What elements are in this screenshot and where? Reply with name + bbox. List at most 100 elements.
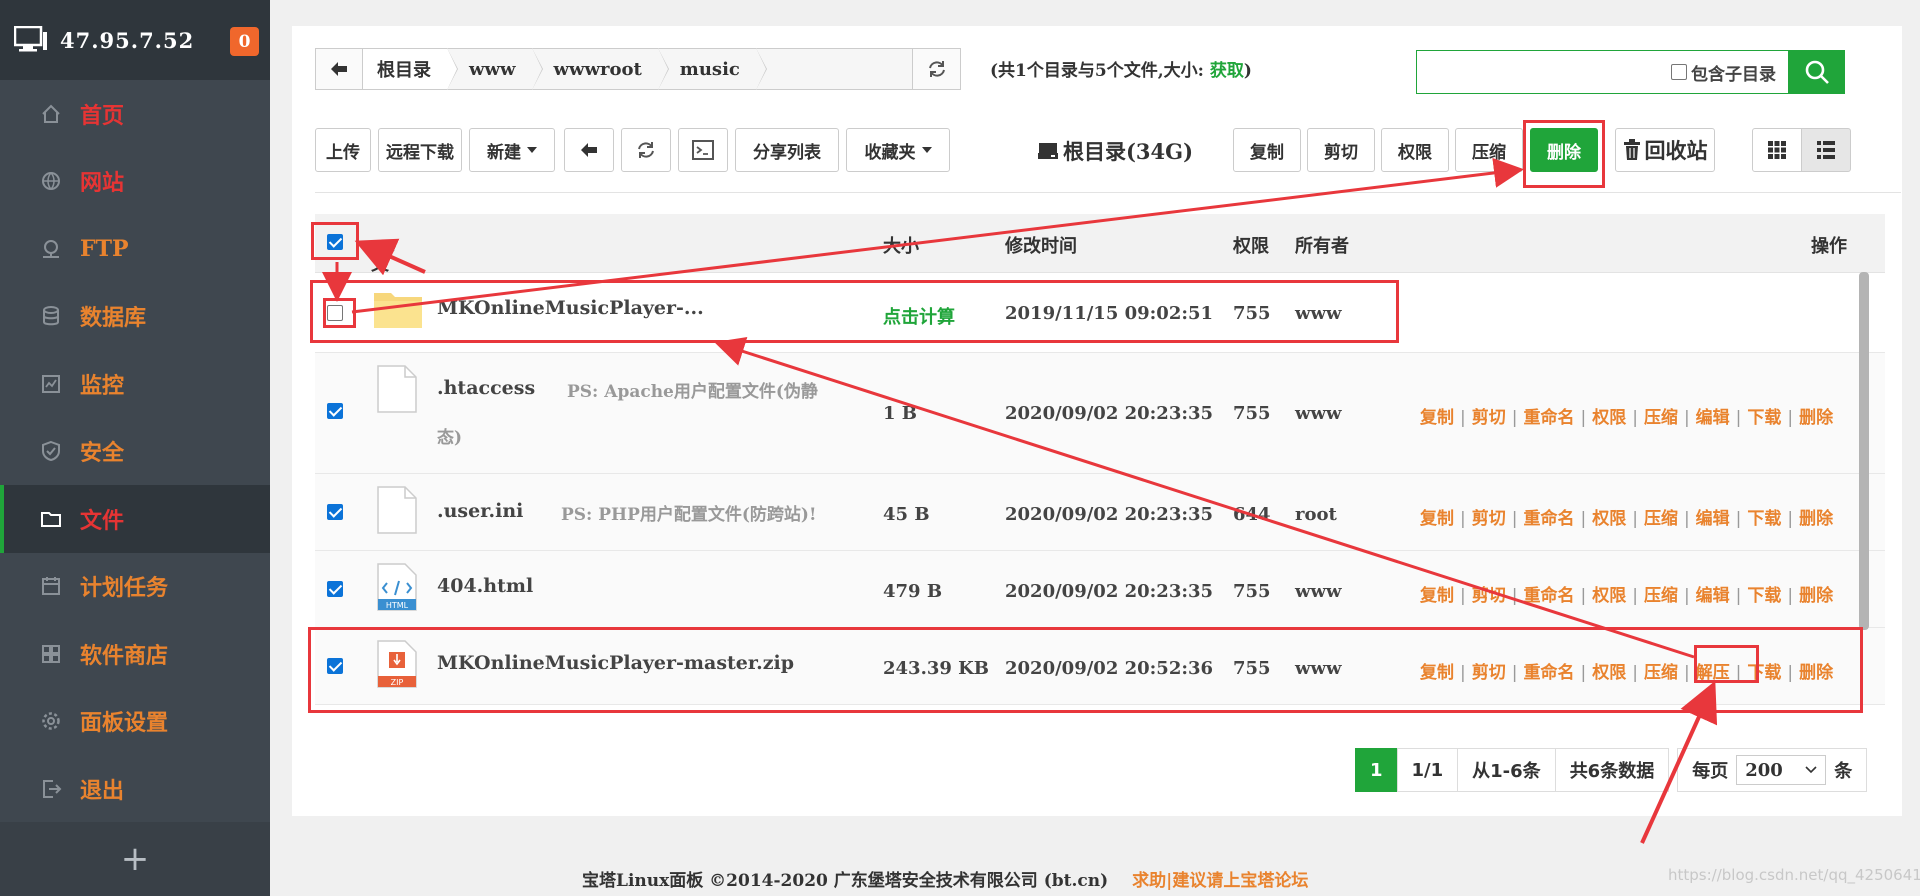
per-page-select[interactable]: 200 bbox=[1736, 755, 1827, 785]
action-permission[interactable]: 权限 bbox=[1592, 509, 1626, 529]
action-copy[interactable]: 复制 bbox=[1420, 663, 1454, 683]
compress-button[interactable]: 压缩 bbox=[1455, 128, 1523, 172]
action-edit[interactable]: 编辑 bbox=[1696, 509, 1730, 529]
action-edit[interactable]: 编辑 bbox=[1696, 586, 1730, 606]
action-compress[interactable]: 压缩 bbox=[1644, 663, 1678, 683]
disk-indicator[interactable]: 根目录(34G) bbox=[1037, 136, 1193, 166]
cut-button[interactable]: 剪切 bbox=[1307, 128, 1375, 172]
footer-help-link[interactable]: 求助|建议请上宝塔论坛 bbox=[1132, 871, 1308, 891]
sidebar-item-website[interactable]: 网站 bbox=[0, 148, 270, 216]
action-compress[interactable]: 压缩 bbox=[1644, 586, 1678, 606]
select-all-checkbox[interactable] bbox=[327, 234, 343, 250]
file-name[interactable]: .htaccess bbox=[437, 377, 535, 399]
delete-button[interactable]: 删除 bbox=[1530, 128, 1598, 172]
action-cut[interactable]: 剪切 bbox=[1472, 663, 1506, 683]
action-permission[interactable]: 权限 bbox=[1592, 408, 1626, 428]
file-name[interactable]: MKOnlineMusicPlayer-... bbox=[437, 297, 704, 319]
file-name[interactable]: .user.ini bbox=[437, 500, 523, 522]
add-menu-button[interactable]: + bbox=[0, 822, 270, 896]
action-delete[interactable]: 删除 bbox=[1799, 663, 1833, 683]
copy-button[interactable]: 复制 bbox=[1233, 128, 1301, 172]
row-checkbox[interactable] bbox=[327, 504, 343, 520]
action-download[interactable]: 下载 bbox=[1747, 586, 1781, 606]
header-owner[interactable]: 所有者 bbox=[1295, 232, 1349, 258]
html-file-icon: HTML bbox=[377, 563, 417, 611]
row-checkbox[interactable] bbox=[327, 305, 343, 321]
sidebar-item-database[interactable]: 数据库 bbox=[0, 283, 270, 351]
new-dropdown-button[interactable]: 新建 bbox=[469, 128, 555, 172]
page-current[interactable]: 1 bbox=[1355, 748, 1398, 792]
refresh-button[interactable] bbox=[621, 128, 671, 172]
file-name[interactable]: 404.html bbox=[437, 575, 533, 597]
action-permission[interactable]: 权限 bbox=[1592, 663, 1626, 683]
header-permission[interactable]: 权限 bbox=[1233, 232, 1269, 258]
sidebar-item-logout[interactable]: 退出 bbox=[0, 755, 270, 823]
row-checkbox[interactable] bbox=[327, 658, 343, 674]
action-edit[interactable]: 编辑 bbox=[1696, 408, 1730, 428]
path-refresh-button[interactable] bbox=[913, 48, 961, 90]
file-name[interactable]: MKOnlineMusicPlayer-master.zip bbox=[437, 652, 794, 674]
action-download[interactable]: 下载 bbox=[1747, 408, 1781, 428]
terminal-button[interactable] bbox=[678, 128, 728, 172]
action-copy[interactable]: 复制 bbox=[1420, 509, 1454, 529]
action-compress[interactable]: 压缩 bbox=[1644, 408, 1678, 428]
search-input[interactable]: 包含子目录 bbox=[1416, 50, 1789, 94]
action-download[interactable]: 下载 bbox=[1747, 663, 1781, 683]
include-subdir-checkbox[interactable] bbox=[1671, 64, 1687, 80]
grid-view-button[interactable] bbox=[1752, 128, 1802, 172]
action-rename[interactable]: 重命名 bbox=[1523, 663, 1574, 683]
permission-button[interactable]: 权限 bbox=[1381, 128, 1449, 172]
action-delete[interactable]: 删除 bbox=[1799, 586, 1833, 606]
notification-badge[interactable]: 0 bbox=[230, 27, 259, 56]
action-cut[interactable]: 剪切 bbox=[1472, 509, 1506, 529]
table-row[interactable]: MKOnlineMusicPlayer-... 点击计算 2019/11/15 … bbox=[315, 273, 1885, 353]
remote-download-button[interactable]: 远程下载 bbox=[378, 128, 462, 172]
terminal-icon bbox=[692, 140, 714, 160]
action-extract[interactable]: 解压 bbox=[1696, 663, 1730, 683]
sidebar-item-files[interactable]: 文件 bbox=[0, 485, 270, 553]
table-row[interactable]: .user.ini PS: PHP用户配置文件(防跨站)! 45 B 2020/… bbox=[315, 474, 1885, 551]
row-checkbox[interactable] bbox=[327, 581, 343, 597]
sidebar-item-cron[interactable]: 计划任务 bbox=[0, 553, 270, 621]
action-cut[interactable]: 剪切 bbox=[1472, 408, 1506, 428]
action-delete[interactable]: 删除 bbox=[1799, 408, 1833, 428]
action-copy[interactable]: 复制 bbox=[1420, 408, 1454, 428]
action-rename[interactable]: 重命名 bbox=[1523, 586, 1574, 606]
row-checkbox[interactable] bbox=[327, 403, 343, 419]
breadcrumb-root[interactable]: 根目录 bbox=[363, 48, 458, 90]
path-back-button[interactable] bbox=[315, 48, 363, 90]
sidebar-item-monitor[interactable]: 监控 bbox=[0, 350, 270, 418]
breadcrumb-wwwroot[interactable]: wwwroot bbox=[531, 48, 670, 90]
action-rename[interactable]: 重命名 bbox=[1523, 408, 1574, 428]
action-delete[interactable]: 删除 bbox=[1799, 509, 1833, 529]
action-cut[interactable]: 剪切 bbox=[1472, 586, 1506, 606]
header-mtime[interactable]: 修改时间 bbox=[1005, 232, 1077, 258]
header-size[interactable]: 大小 bbox=[883, 232, 919, 258]
list-view-button[interactable] bbox=[1801, 128, 1851, 172]
sidebar-item-settings[interactable]: 面板设置 bbox=[0, 688, 270, 756]
favorites-dropdown-button[interactable]: 收藏夹 bbox=[846, 128, 950, 172]
calc-size-link[interactable]: 点击计算 bbox=[883, 303, 955, 329]
search-button[interactable] bbox=[1789, 50, 1845, 94]
sidebar-item-label: FTP bbox=[80, 235, 129, 262]
back-button[interactable] bbox=[564, 128, 614, 172]
breadcrumb-music[interactable]: music bbox=[657, 48, 767, 90]
share-list-button[interactable]: 分享列表 bbox=[735, 128, 839, 172]
action-permission[interactable]: 权限 bbox=[1592, 586, 1626, 606]
upload-button[interactable]: 上传 bbox=[315, 128, 371, 172]
action-compress[interactable]: 压缩 bbox=[1644, 509, 1678, 529]
sidebar-item-store[interactable]: 软件商店 bbox=[0, 620, 270, 688]
table-row[interactable]: .htaccess PS: Apache用户配置文件(伪静 态) 1 B 202… bbox=[315, 353, 1885, 474]
sidebar-item-ftp[interactable]: FTP bbox=[0, 215, 270, 283]
table-scrollbar[interactable] bbox=[1859, 272, 1869, 630]
breadcrumb-www[interactable]: www bbox=[447, 48, 542, 90]
action-copy[interactable]: 复制 bbox=[1420, 586, 1454, 606]
sidebar-item-security[interactable]: 安全 bbox=[0, 418, 270, 486]
sidebar-item-home[interactable]: 首页 bbox=[0, 80, 270, 148]
action-rename[interactable]: 重命名 bbox=[1523, 509, 1574, 529]
table-row[interactable]: HTML 404.html 479 B 2020/09/02 20:23:35 … bbox=[315, 551, 1885, 628]
table-row[interactable]: ZIP MKOnlineMusicPlayer-master.zip 243.3… bbox=[315, 628, 1885, 705]
action-download[interactable]: 下载 bbox=[1747, 509, 1781, 529]
recycle-bin-button[interactable]: 回收站 bbox=[1615, 128, 1715, 172]
get-size-link[interactable]: 获取 bbox=[1210, 61, 1244, 81]
